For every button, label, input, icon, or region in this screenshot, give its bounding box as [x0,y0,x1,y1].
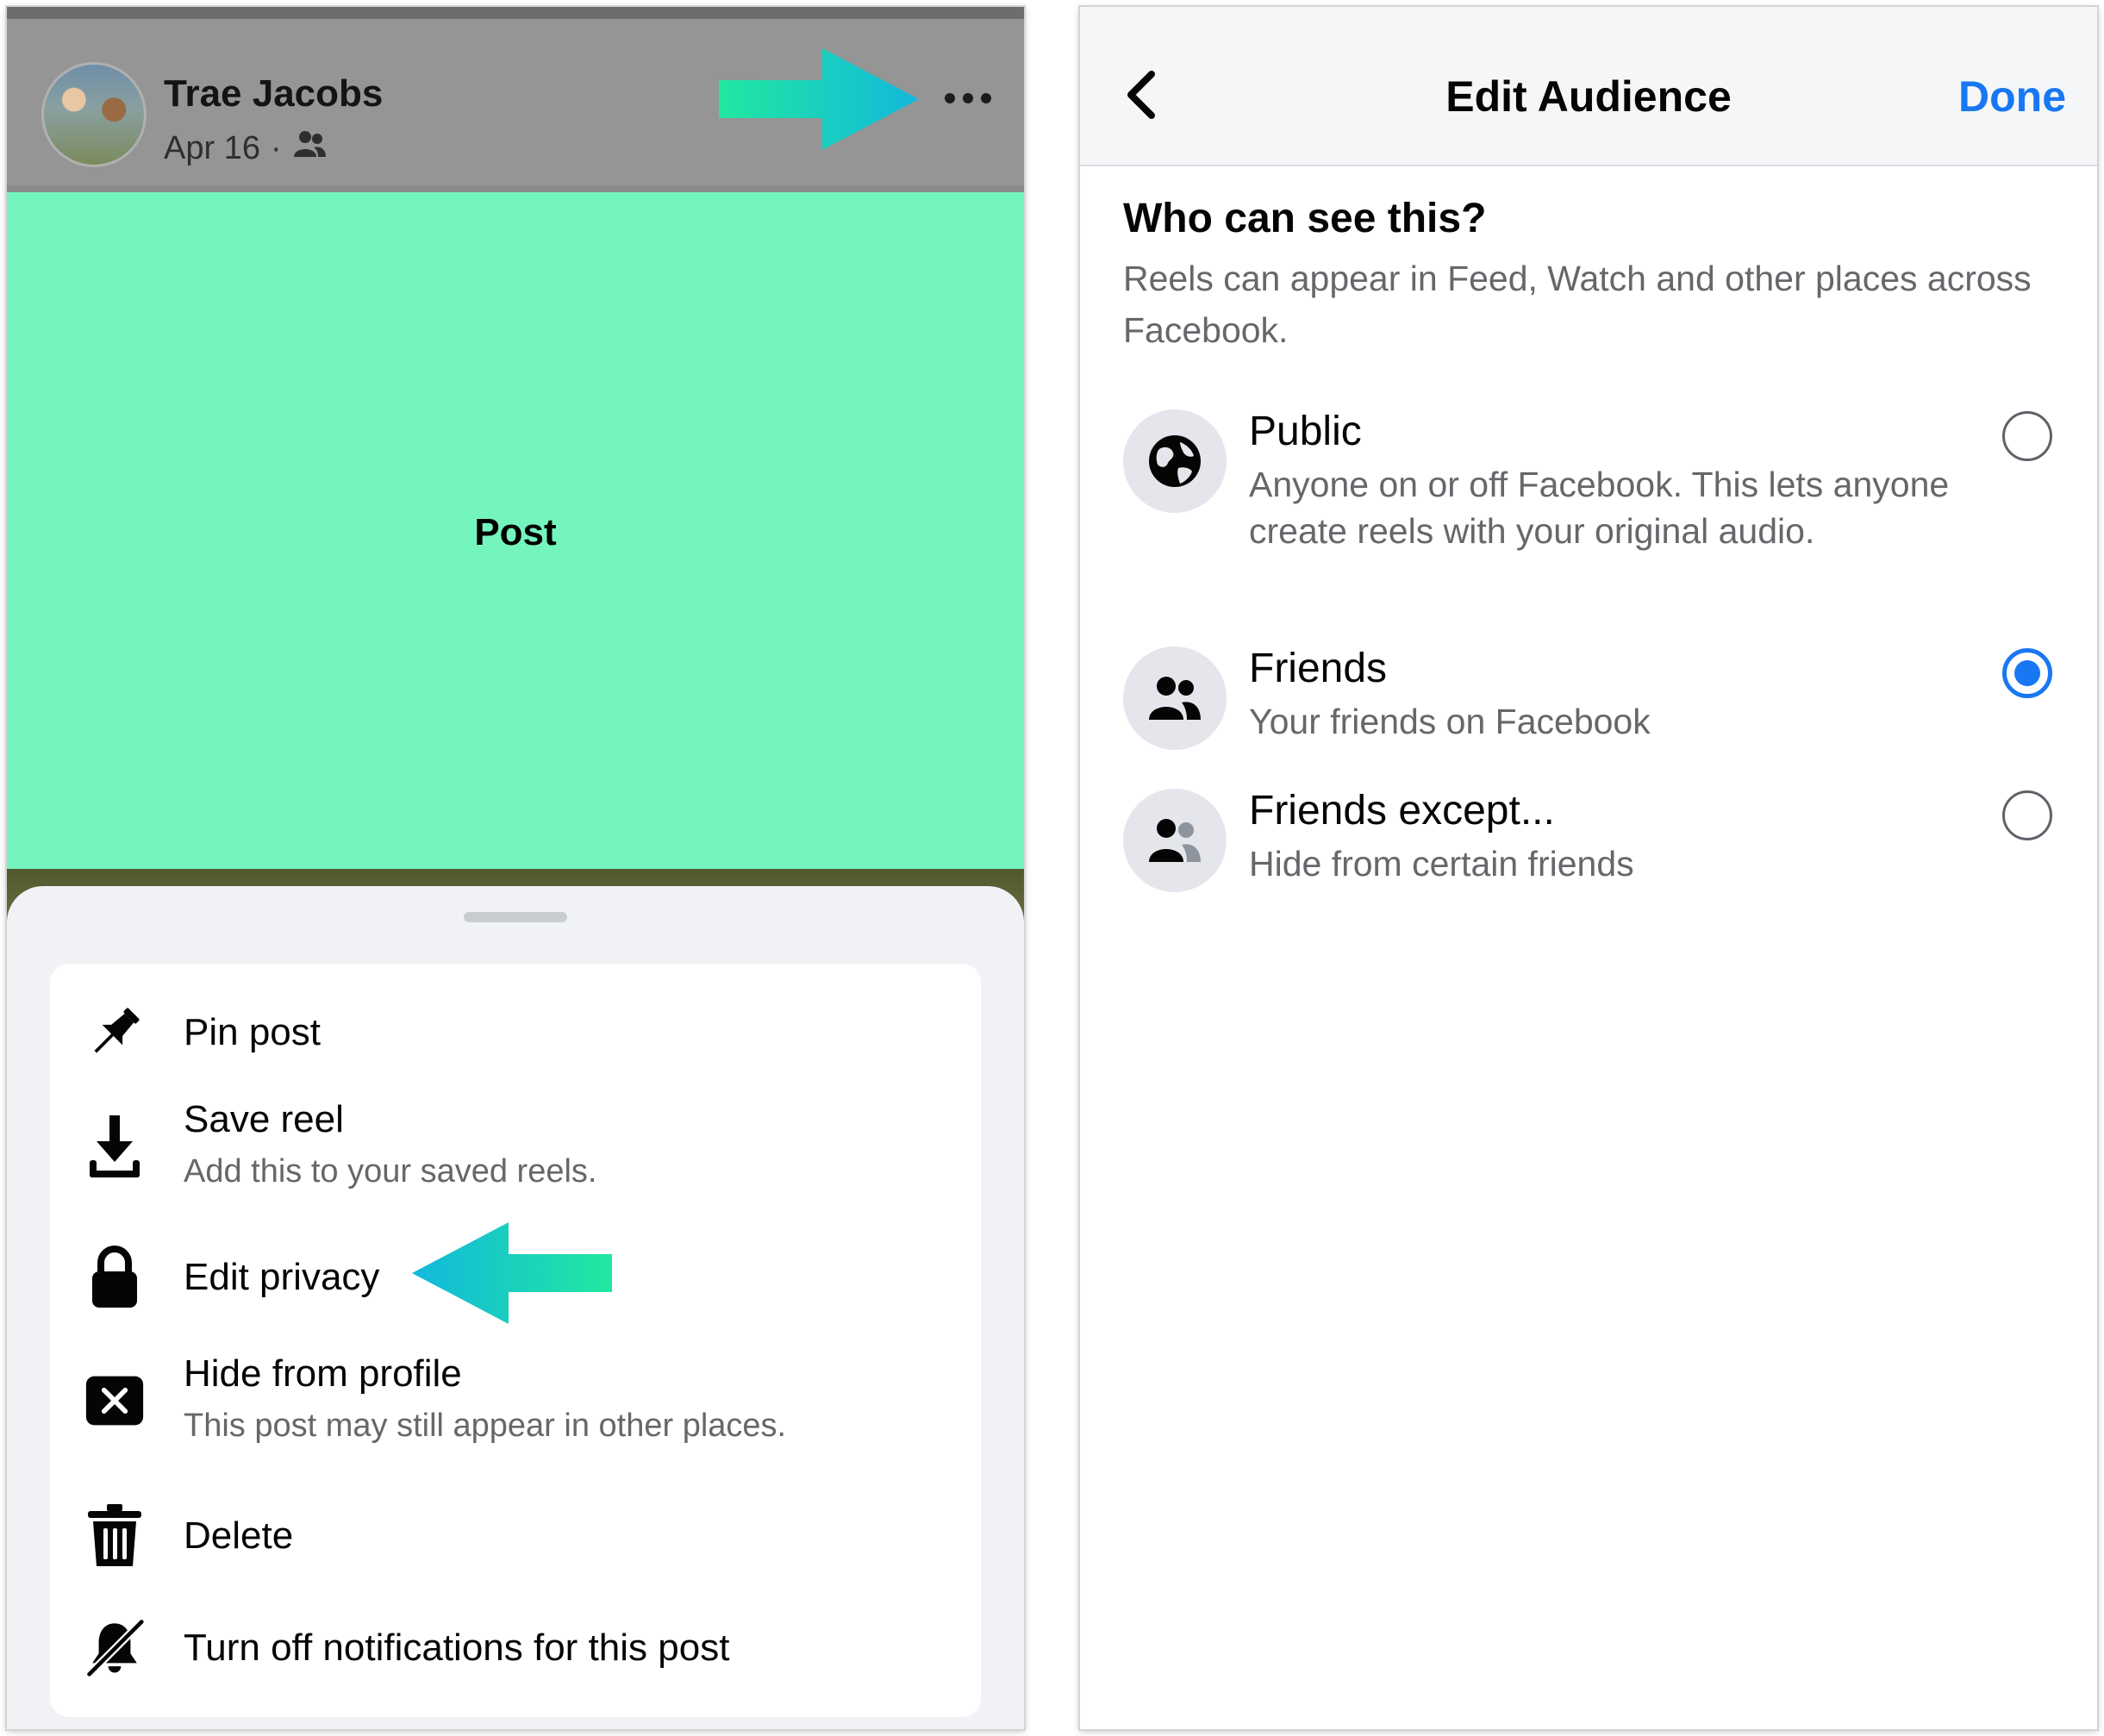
menu-item-label: Turn off notifications for this post [184,1627,730,1669]
radio-friends[interactable] [2002,648,2052,698]
option-description: Your friends on Facebook [1249,702,1651,741]
lock-icon [84,1244,145,1309]
options-menu: Pin post Save reel Add this to your save… [50,964,981,1717]
friends-except-icon [1123,789,1227,892]
download-icon [84,1114,145,1179]
friends-icon [292,129,327,167]
done-button[interactable]: Done [1958,72,2066,122]
radio-friends-except[interactable] [2002,790,2052,840]
nav-bar: Edit Audience Done [1080,7,2097,166]
audience-option-friends[interactable]: Friends Your friends on Facebook [1080,636,2097,750]
menu-item-label: Edit privacy [184,1256,380,1298]
post-header: Trae Jacobs Apr 16 · [7,7,1024,185]
more-horizontal-icon [945,93,991,103]
audience-description: Reels can appear in Feed, Watch and othe… [1123,259,2032,350]
avatar[interactable] [41,62,147,167]
audience-question: Who can see this? [1123,196,1487,241]
audience-option-friends-except[interactable]: Friends except... Hide from certain frie… [1080,778,2097,892]
option-title: Friends [1249,646,1388,691]
menu-item-sublabel: Add this to your saved reels. [184,1153,597,1190]
more-options-button[interactable] [938,81,998,116]
option-description: Anyone on or off Facebook. This lets any… [1249,465,1950,551]
menu-item-label: Delete [184,1514,294,1557]
post-content[interactable]: Post [7,192,1024,873]
hide-x-icon [84,1368,145,1433]
post-label: Post [474,511,557,553]
annotation-arrow-right [719,48,919,150]
post-options-screen: Trae Jacobs Apr 16 · Post Pin post Save … [7,7,1024,1729]
option-title: Public [1249,409,1362,454]
globe-icon [1123,409,1227,513]
menu-item-hide-from-profile[interactable]: Hide from profile This post may still ap… [50,1347,981,1459]
edit-audience-screen: Edit Audience Done Who can see this? Ree… [1080,7,2097,1729]
pin-icon [84,1000,145,1065]
post-options-sheet: Pin post Save reel Add this to your save… [7,886,1024,1729]
menu-item-pin-post[interactable]: Pin post [50,990,981,1076]
menu-item-turn-off-notifications[interactable]: Turn off notifications for this post [50,1606,981,1692]
post-date: Apr 16 [164,129,260,166]
friends-icon [1123,646,1227,750]
menu-item-sublabel: This post may still appear in other plac… [184,1408,787,1444]
bell-off-icon [84,1614,145,1680]
sheet-grabber[interactable] [464,912,567,922]
meta-separator: · [270,129,282,166]
annotation-arrow-left [412,1222,612,1324]
trash-icon [84,1502,145,1568]
menu-item-label: Save reel [184,1098,344,1140]
option-title: Friends except... [1249,788,1555,834]
menu-item-save-reel[interactable]: Save reel Add this to your saved reels. [50,1093,981,1205]
audience-option-public[interactable]: Public Anyone on or off Facebook. This l… [1080,399,2097,606]
menu-item-delete[interactable]: Delete [50,1494,981,1580]
radio-public[interactable] [2002,411,2052,461]
menu-item-label: Hide from profile [184,1352,462,1395]
author-name[interactable]: Trae Jacobs [164,72,383,116]
option-description: Hide from certain friends [1249,844,1634,884]
post-meta: Apr 16 · [164,129,327,167]
page-title: Edit Audience [1445,72,1732,121]
menu-item-label: Pin post [184,1011,321,1053]
